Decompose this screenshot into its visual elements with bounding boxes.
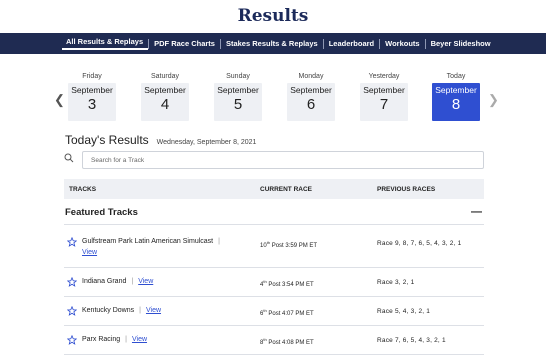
header-tracks: TRACKS: [69, 186, 97, 193]
date-number: 3: [87, 96, 97, 113]
header-previous-races: PREVIOUS RACES: [377, 186, 436, 193]
date-number: 7: [379, 96, 389, 113]
nav-beyer-slideshow[interactable]: Beyer Slideshow: [424, 38, 496, 49]
table-row: Parx Racing | View 8th Post 4:08 PM ET Rac…: [64, 326, 484, 355]
search-input[interactable]: [82, 151, 484, 169]
current-race: 6th Post 4:07 PM ET: [260, 308, 314, 317]
date-month: September: [435, 85, 477, 95]
date-item-selected[interactable]: Today September 8: [432, 72, 480, 124]
star-icon[interactable]: [67, 306, 77, 316]
chevron-left-icon[interactable]: ❮: [54, 92, 65, 108]
date-number: 6: [306, 96, 316, 113]
table-row: Kentucky Downs | View 6th Post 4:07 PM ET …: [64, 297, 484, 326]
previous-races[interactable]: Race 7, 6, 5, 4, 3, 2, 1: [377, 337, 446, 344]
date-day-label: Yesterday: [368, 73, 400, 80]
previous-races[interactable]: Race 3, 2, 1: [377, 279, 414, 286]
date-month: September: [71, 85, 113, 95]
current-race: 8th Post 4:08 PM ET: [260, 337, 314, 346]
results-header: Today's Results Wednesday, September 8, …: [65, 133, 256, 147]
results-title: Today's Results: [65, 133, 149, 147]
date-month: September: [363, 85, 405, 95]
section-title: Featured Tracks: [65, 207, 138, 218]
results-date: Wednesday, September 8, 2021: [156, 139, 257, 146]
date-item[interactable]: Yesterday September 7: [360, 72, 408, 124]
track-name[interactable]: Parx Racing: [82, 336, 120, 343]
current-race: 4th Post 3:54 PM ET: [260, 279, 314, 288]
table-row: Gulfstream Park Latin American Simulcast…: [64, 226, 484, 268]
date-day-label: Saturday: [150, 73, 180, 80]
results-nav: All Results & Replays PDF Race Charts St…: [0, 33, 546, 54]
search-icon: [64, 153, 74, 163]
chevron-right-icon[interactable]: ❯: [488, 92, 499, 108]
table-row: Indiana Grand | View 4th Post 3:54 PM ET R…: [64, 268, 484, 297]
view-link[interactable]: View: [82, 249, 97, 256]
date-number: 5: [233, 96, 243, 113]
star-icon[interactable]: [67, 237, 77, 247]
star-icon[interactable]: [67, 335, 77, 345]
track-name[interactable]: Kentucky Downs: [82, 307, 134, 314]
table-header: TRACKS CURRENT RACE PREVIOUS RACES: [64, 179, 484, 199]
previous-races[interactable]: Race 9, 8, 7, 6, 5, 4, 3, 2, 1: [377, 240, 461, 247]
header-current-race: CURRENT RACE: [260, 186, 312, 193]
date-item[interactable]: Friday September 3: [68, 72, 116, 124]
nav-all-results[interactable]: All Results & Replays: [62, 37, 149, 50]
date-picker: ❮ Friday September 3 Saturday September 4 …: [54, 72, 499, 124]
current-race: 10th Post 3:59 PM ET: [260, 240, 318, 249]
previous-races[interactable]: Race 5, 4, 3, 2, 1: [377, 308, 430, 315]
view-link[interactable]: View: [138, 278, 153, 285]
featured-tracks-section: Featured Tracks —: [64, 200, 484, 225]
page-title: Results: [237, 6, 309, 26]
date-month: September: [290, 85, 332, 95]
collapse-icon[interactable]: —: [471, 206, 482, 218]
date-item[interactable]: Monday September 6: [287, 72, 335, 124]
date-item[interactable]: Sunday September 5: [214, 72, 262, 124]
nav-stakes-results[interactable]: Stakes Results & Replays: [219, 38, 323, 49]
star-icon[interactable]: [67, 277, 77, 287]
view-link[interactable]: View: [132, 336, 147, 343]
track-name[interactable]: Indiana Grand: [82, 278, 126, 285]
date-day-label: Friday: [82, 73, 102, 80]
date-day-label: Sunday: [226, 73, 250, 80]
track-name[interactable]: Gulfstream Park Latin American Simulcast: [82, 238, 213, 245]
date-month: September: [144, 85, 186, 95]
date-number: 8: [451, 96, 461, 113]
nav-pdf-race-charts[interactable]: PDF Race Charts: [148, 38, 220, 49]
view-link[interactable]: View: [146, 307, 161, 314]
date-number: 4: [160, 96, 170, 113]
nav-workouts[interactable]: Workouts: [379, 38, 424, 49]
date-item[interactable]: Saturday September 4: [141, 72, 189, 124]
date-day-label: Monday: [298, 73, 324, 80]
date-day-label: Today: [446, 73, 466, 80]
nav-leaderboard[interactable]: Leaderboard: [322, 38, 379, 49]
date-month: September: [217, 85, 259, 95]
